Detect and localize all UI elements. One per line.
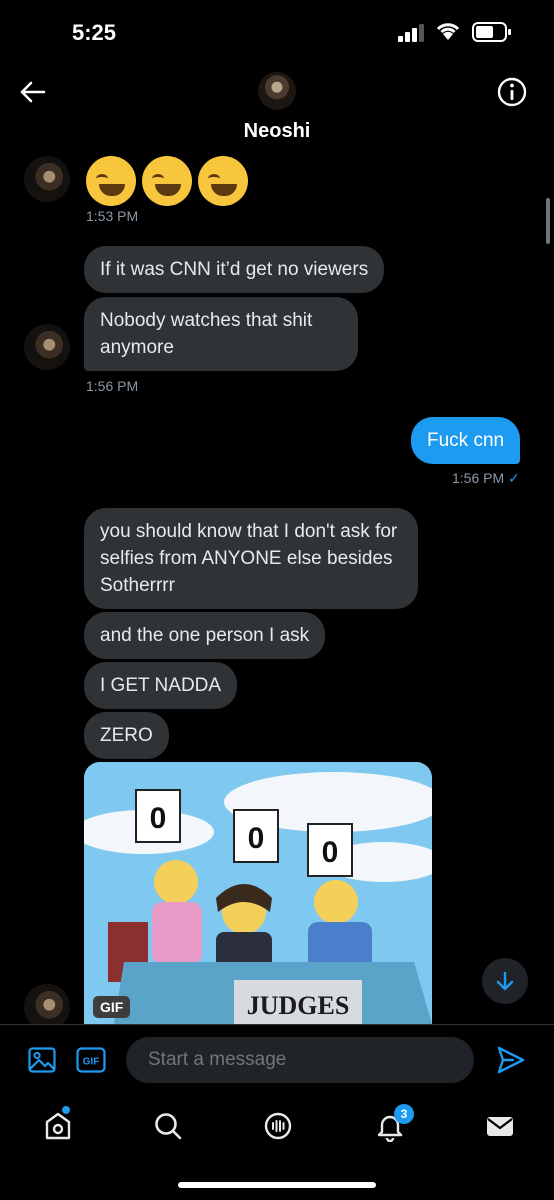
emoji-message[interactable]: [86, 156, 248, 206]
rolling-laughing-emoji-icon: [86, 156, 136, 206]
read-check-icon: ✓: [508, 470, 520, 486]
rolling-laughing-emoji-icon: [198, 156, 248, 206]
rolling-laughing-emoji-icon: [142, 156, 192, 206]
home-icon[interactable]: [42, 1110, 74, 1142]
received-message-bubble[interactable]: ZERO: [84, 712, 169, 759]
scroll-to-bottom-button[interactable]: [482, 958, 528, 1004]
conversation-name[interactable]: Neoshi: [0, 120, 554, 143]
avatar[interactable]: [24, 156, 70, 202]
gif-image: 0 0 0 JUDGES: [84, 762, 432, 1024]
received-message-bubble[interactable]: If it was CNN it’d get no viewers: [84, 246, 385, 293]
info-icon[interactable]: [496, 76, 528, 108]
notifications-badge: 3: [394, 1104, 414, 1124]
battery-icon: [472, 22, 511, 42]
gif-button[interactable]: GIF: [76, 1047, 106, 1073]
back-arrow-icon[interactable]: [18, 78, 46, 106]
gif-banner-text: JUDGES: [247, 991, 350, 1020]
message-timestamp: 1:56 PM: [452, 470, 505, 486]
search-icon[interactable]: [152, 1110, 184, 1142]
wifi-icon: [436, 23, 460, 40]
status-bar: 5:25: [0, 0, 554, 64]
avatar[interactable]: [24, 324, 70, 370]
header-avatar[interactable]: [258, 72, 296, 110]
message-composer: GIF: [0, 1024, 554, 1094]
arrow-down-icon: [496, 971, 514, 991]
gif-button-label: GIF: [83, 1057, 100, 1068]
home-notification-dot: [62, 1106, 70, 1114]
cellular-signal-icon: [398, 24, 424, 42]
gif-icon: GIF: [76, 1047, 106, 1073]
received-message-bubble[interactable]: Nobody watches that shit anymore: [84, 297, 358, 371]
spaces-icon[interactable]: [262, 1110, 294, 1142]
messages-envelope-icon[interactable]: [484, 1110, 516, 1142]
score-card-text: 0: [322, 836, 339, 869]
message-input[interactable]: [126, 1037, 474, 1083]
received-message-bubble[interactable]: you should know that I don't ask for sel…: [84, 508, 418, 609]
message-timestamp: 1:53 PM: [86, 208, 139, 224]
home-indicator[interactable]: [178, 1182, 376, 1188]
score-card-text: 0: [150, 802, 167, 835]
bottom-tab-bar: 3: [0, 1094, 554, 1200]
conversation-header: Neoshi: [0, 60, 554, 150]
gif-message[interactable]: 0 0 0 JUDGES: [84, 762, 432, 1024]
sent-message-bubble[interactable]: Fuck cnn: [411, 417, 521, 464]
score-card-text: 0: [248, 822, 265, 855]
image-icon[interactable]: [28, 1047, 56, 1073]
received-message-bubble[interactable]: and the one person I ask: [84, 612, 326, 659]
send-icon[interactable]: [496, 1045, 526, 1075]
received-message-bubble[interactable]: I GET NADDA: [84, 662, 238, 709]
sent-message-timestamp: 1:56 PM ✓: [452, 470, 520, 487]
gif-badge: GIF: [93, 996, 131, 1018]
scrollbar[interactable]: [546, 198, 550, 244]
status-time: 5:25: [72, 20, 117, 45]
message-timestamp: 1:56 PM: [86, 378, 139, 394]
